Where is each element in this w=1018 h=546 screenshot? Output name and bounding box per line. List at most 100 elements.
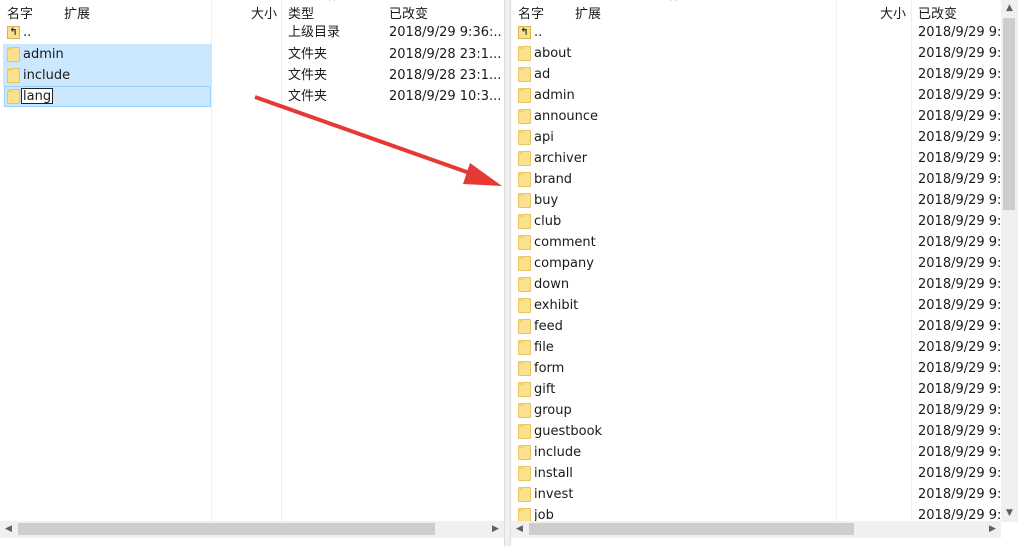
folder-icon [518, 151, 531, 166]
left-file-pane[interactable]: 名字 扩展 大小 ^ 类型 已改变 ↰ .. 上级目录 2018/9/29 9:… [0, 0, 504, 546]
column-separator [281, 0, 282, 522]
right-row-folder[interactable]: club 2018/9/29 9:2 [511, 211, 1001, 232]
file-name: ad [534, 67, 551, 82]
right-row-folder[interactable]: file 2018/9/29 9:2 [511, 337, 1001, 358]
right-row-folder[interactable]: ad 2018/9/29 9:2 [511, 64, 1001, 85]
file-name: file [534, 340, 554, 355]
file-name: guestbook [534, 424, 603, 439]
file-name: include [23, 68, 71, 83]
rename-input[interactable]: lang [21, 88, 54, 104]
right-vscroll-thumb[interactable] [1003, 18, 1015, 210]
folder-icon [518, 445, 531, 460]
file-name: form [534, 361, 565, 376]
right-row-folder[interactable]: company 2018/9/29 9:2 [511, 253, 1001, 274]
left-horizontal-scrollbar[interactable]: ◀ ▶ [0, 521, 504, 538]
file-modified: 2018/9/29 9:2 [918, 151, 1000, 166]
right-header-size[interactable]: 大小 [880, 3, 906, 22]
scroll-up-arrow-icon[interactable]: ▲ [1001, 0, 1018, 17]
right-row-folder[interactable]: archiver 2018/9/29 9:2 [511, 148, 1001, 169]
left-header-name[interactable]: 名字 [7, 3, 33, 22]
folder-icon [518, 424, 531, 439]
right-row-folder[interactable]: gift 2018/9/29 9:2 [511, 379, 1001, 400]
sort-arrow-icon: ^ [669, 0, 678, 8]
file-name: feed [534, 319, 563, 334]
scroll-right-arrow-icon[interactable]: ▶ [984, 521, 1001, 538]
scroll-right-arrow-icon[interactable]: ▶ [487, 521, 504, 538]
right-header-ext[interactable]: 扩展 [575, 3, 601, 22]
left-column-header: 名字 扩展 大小 ^ 类型 已改变 [0, 0, 504, 22]
folder-icon [7, 47, 20, 62]
file-modified: 2018/9/29 9:2 [918, 403, 1000, 418]
right-header-name[interactable]: 名字 [518, 3, 544, 22]
file-modified: 2018/9/29 9:2 [918, 382, 1000, 397]
right-row-folder[interactable]: guestbook 2018/9/29 9:2 [511, 421, 1001, 442]
left-header-size[interactable]: 大小 [251, 3, 277, 22]
file-name: buy [534, 193, 559, 208]
right-row-folder[interactable]: admin 2018/9/29 9:2 [511, 85, 1001, 106]
right-header-modified[interactable]: 已改变 [918, 3, 957, 22]
parent-folder-icon: ↰ [518, 26, 531, 39]
left-header-type[interactable]: 类型 [288, 3, 314, 22]
right-row-folder[interactable]: about 2018/9/29 9:2 [511, 43, 1001, 64]
file-modified: 2018/9/29 9:2 [918, 424, 1000, 439]
right-row-folder[interactable]: group 2018/9/29 9:2 [511, 400, 1001, 421]
right-row-folder[interactable]: invest 2018/9/29 9:2 [511, 484, 1001, 505]
right-row-folder[interactable]: comment 2018/9/29 9:2 [511, 232, 1001, 253]
file-name: announce [534, 109, 599, 124]
right-row-folder[interactable]: api 2018/9/29 9:2 [511, 127, 1001, 148]
right-row-folder[interactable]: buy 2018/9/29 9:2 [511, 190, 1001, 211]
right-horizontal-scrollbar[interactable]: ◀ ▶ [511, 521, 1001, 538]
file-modified: 2018/9/28 23:1... [389, 47, 501, 62]
right-scroll-thumb[interactable] [529, 523, 854, 535]
file-modified: 2018/9/29 9:2 [918, 361, 1000, 376]
left-row-include[interactable]: include [3, 65, 212, 86]
left-scroll-thumb[interactable] [18, 523, 435, 535]
right-row-folder[interactable]: form 2018/9/29 9:2 [511, 358, 1001, 379]
right-row-folder[interactable]: feed 2018/9/29 9:2 [511, 316, 1001, 337]
left-header-modified[interactable]: 已改变 [389, 3, 428, 22]
folder-icon [518, 319, 531, 334]
left-header-ext[interactable]: 扩展 [64, 3, 90, 22]
file-modified: 2018/9/29 9:2 [918, 25, 1000, 40]
folder-icon [518, 172, 531, 187]
file-modified: 2018/9/29 9:2 [918, 88, 1000, 103]
right-row-parent[interactable]: ↰.. 2018/9/29 9:2 [511, 22, 1001, 43]
file-type: 文件夹 [288, 68, 328, 83]
folder-icon [518, 382, 531, 397]
file-modified: 2018/9/29 9:2 [918, 109, 1000, 124]
right-row-folder[interactable]: install 2018/9/29 9:2 [511, 463, 1001, 484]
file-name: group [534, 403, 572, 418]
folder-icon [518, 403, 531, 418]
file-name: brand [534, 172, 573, 187]
scroll-left-arrow-icon[interactable]: ◀ [511, 521, 528, 538]
file-name: invest [534, 487, 574, 502]
scroll-left-arrow-icon[interactable]: ◀ [0, 521, 17, 538]
file-modified: 2018/9/29 9:36:... [389, 25, 501, 40]
file-modified: 2018/9/29 9:2 [918, 193, 1000, 208]
left-row-admin[interactable]: admin [3, 44, 212, 65]
file-modified: 2018/9/29 9:2 [918, 298, 1000, 313]
right-row-folder[interactable]: brand 2018/9/29 9:2 [511, 169, 1001, 190]
folder-icon [518, 298, 531, 313]
left-row-parent[interactable]: ↰ .. 上级目录 2018/9/29 9:36:... [0, 22, 504, 43]
right-row-folder[interactable]: include 2018/9/29 9:2 [511, 442, 1001, 463]
folder-icon [7, 68, 20, 83]
folder-icon [518, 193, 531, 208]
folder-icon [7, 89, 20, 104]
right-row-folder[interactable]: down 2018/9/29 9:2 [511, 274, 1001, 295]
folder-icon [518, 466, 531, 481]
file-type: 上级目录 [288, 25, 341, 40]
left-row-lang[interactable]: lang [4, 86, 211, 107]
scroll-down-arrow-icon[interactable]: ▼ [1001, 505, 1018, 522]
pane-splitter[interactable] [504, 0, 511, 546]
right-file-pane[interactable]: 名字 扩展 ^ 大小 已改变 ↰.. 2018/9/29 9:2 about 2018… [511, 0, 1018, 546]
folder-icon [518, 109, 531, 124]
file-name: api [534, 130, 554, 145]
right-row-folder[interactable]: exhibit 2018/9/29 9:2 [511, 295, 1001, 316]
right-row-folder[interactable]: announce 2018/9/29 9:2 [511, 106, 1001, 127]
parent-folder-icon: ↰ [7, 26, 20, 39]
file-modified: 2018/9/29 9:2 [918, 277, 1000, 292]
right-vertical-scrollbar[interactable]: ▲ ▼ [1001, 0, 1018, 522]
folder-icon [518, 46, 531, 61]
file-name: .. [534, 25, 543, 40]
